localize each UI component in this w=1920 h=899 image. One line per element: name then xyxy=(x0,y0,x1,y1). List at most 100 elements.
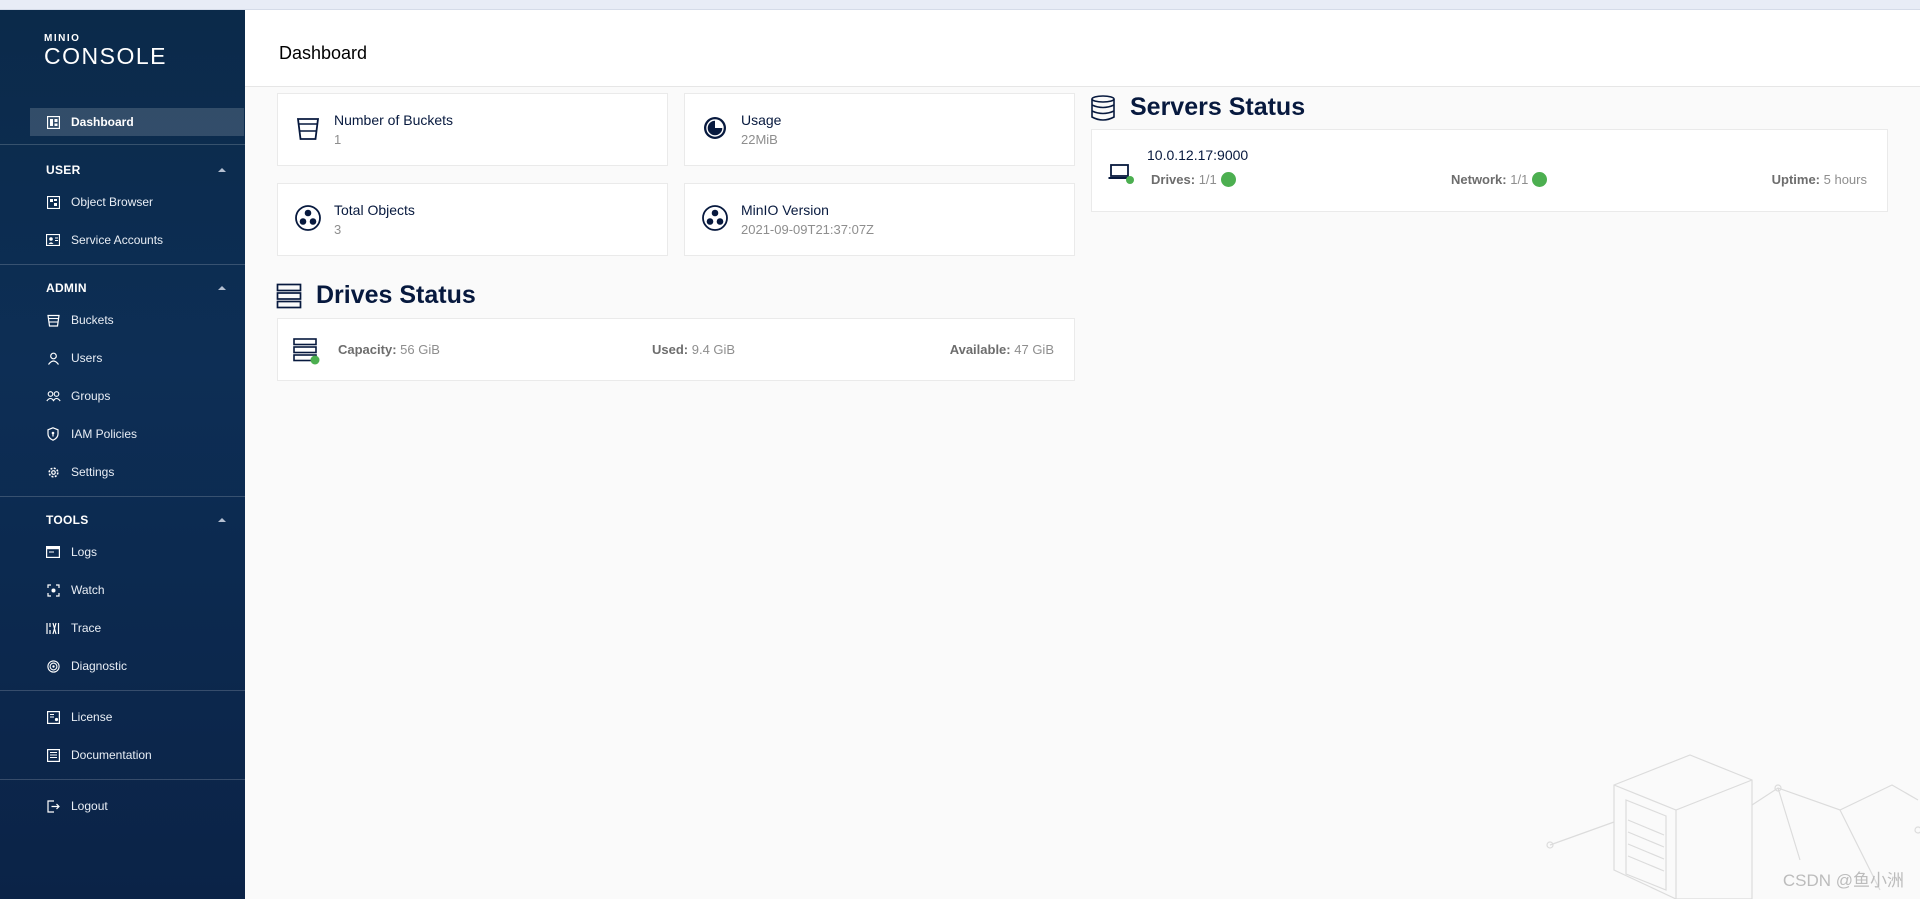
sidebar-item-label: Watch xyxy=(71,583,105,597)
stat-value: 1 xyxy=(334,132,342,147)
sidebar-item-settings[interactable]: Settings xyxy=(30,458,244,486)
logo-console-text: CONSOLE xyxy=(44,43,167,69)
kv-label: Available: xyxy=(949,342,1011,357)
stat-label: Usage xyxy=(741,112,782,128)
sidebar-item-label: Documentation xyxy=(71,748,152,762)
drive-icon xyxy=(293,338,321,366)
page-header: Dashboard xyxy=(245,10,1920,87)
collapse-caret-icon xyxy=(218,286,226,290)
section-header-tools[interactable]: TOOLS xyxy=(46,511,226,529)
watch-icon xyxy=(45,582,61,598)
kv-label: Network: xyxy=(1451,172,1507,187)
sidebar-item-documentation[interactable]: Documentation xyxy=(30,741,244,769)
logout-icon xyxy=(45,798,61,814)
stat-label: Total Objects xyxy=(334,202,415,218)
sidebar-divider xyxy=(0,144,245,145)
drive-capacity: Capacity: 56 GiB xyxy=(338,342,440,357)
kv-label: Capacity: xyxy=(338,342,397,357)
status-ok-dot xyxy=(1220,172,1236,187)
drive-used: Used: 9.4 GiB xyxy=(652,342,735,357)
sidebar-item-label: Dashboard xyxy=(71,115,134,129)
groups-icon xyxy=(45,388,61,404)
laptop-icon xyxy=(1108,162,1134,186)
sidebar-item-service-accounts[interactable]: Service Accounts xyxy=(30,226,244,254)
sidebar-item-label: Groups xyxy=(71,389,111,403)
sidebar-item-trace[interactable]: Trace xyxy=(30,614,244,642)
sidebar-item-label: Service Accounts xyxy=(71,233,164,247)
kv-value: 9.4 GiB xyxy=(691,342,736,357)
kv-value: 1/1 xyxy=(1198,172,1217,187)
license-icon xyxy=(45,709,61,725)
sidebar-item-users[interactable]: Users xyxy=(30,344,244,372)
shield-icon xyxy=(45,426,61,442)
collapse-caret-icon xyxy=(218,168,226,172)
section-header-user[interactable]: USER xyxy=(46,161,226,179)
sidebar-item-label: License xyxy=(71,710,113,724)
section-title: ADMIN xyxy=(46,281,87,295)
documentation-icon xyxy=(45,747,61,763)
trace-icon xyxy=(45,620,61,636)
dashboard-icon xyxy=(45,114,61,130)
sidebar-divider xyxy=(0,779,245,780)
section-title: USER xyxy=(46,163,81,177)
sidebar-divider xyxy=(0,496,245,497)
stat-label: Number of Buckets xyxy=(334,112,454,128)
object-browser-icon xyxy=(45,194,61,210)
collapse-caret-icon xyxy=(218,518,226,522)
stat-card-version: MinIO Version 2021-09-09T21:37:07Z xyxy=(684,183,1075,256)
stat-value: 2021-09-09T21:37:07Z xyxy=(741,222,874,237)
bucket-icon xyxy=(45,312,61,328)
sidebar-item-logs[interactable]: Logs xyxy=(30,538,244,566)
kv-value: 47 GiB xyxy=(1014,342,1054,357)
version-icon xyxy=(701,204,729,232)
kv-value: 5 hours xyxy=(1823,172,1867,187)
page-title: Dashboard xyxy=(279,43,368,63)
service-accounts-icon xyxy=(45,232,61,248)
sidebar-item-label: IAM Policies xyxy=(71,427,138,441)
stat-value: 22MiB xyxy=(741,132,778,147)
kv-value: 56 GiB xyxy=(400,342,440,357)
sidebar-item-label: Object Browser xyxy=(71,195,154,209)
sidebar: MINIO CONSOLE Dashboard USER Object Brow… xyxy=(0,10,245,899)
gear-icon xyxy=(45,464,61,480)
sidebar-item-logout[interactable]: Logout xyxy=(30,792,244,820)
sidebar-item-object-browser[interactable]: Object Browser xyxy=(30,188,244,216)
kv-label: Uptime: xyxy=(1771,172,1820,187)
drive-card: Capacity: 56 GiB Used: 9.4 GiB Available… xyxy=(277,318,1075,381)
pie-chart-icon xyxy=(701,114,729,142)
sidebar-item-diagnostic[interactable]: Diagnostic xyxy=(30,652,244,680)
sidebar-item-label: Buckets xyxy=(71,313,114,327)
sidebar-item-groups[interactable]: Groups xyxy=(30,382,244,410)
minio-console-logo[interactable]: MINIO CONSOLE xyxy=(44,33,167,68)
stat-card-buckets: Number of Buckets 1 xyxy=(277,93,668,166)
sidebar-divider xyxy=(0,690,245,691)
drives-status-title: Drives Status xyxy=(316,281,476,309)
stat-card-objects: Total Objects 3 xyxy=(277,183,668,256)
sidebar-item-label: Logs xyxy=(71,545,98,559)
status-ok-dot xyxy=(1532,172,1548,187)
objects-icon xyxy=(294,204,322,232)
sidebar-item-dashboard[interactable]: Dashboard xyxy=(30,108,244,136)
stat-label: MinIO Version xyxy=(741,202,829,218)
sidebar-item-iam-policies[interactable]: IAM Policies xyxy=(30,420,244,448)
sidebar-item-watch[interactable]: Watch xyxy=(30,576,244,604)
server-endpoint: 10.0.12.17:9000 xyxy=(1147,147,1249,163)
server-drives: Drives: 1/1 xyxy=(1151,172,1236,187)
section-header-admin[interactable]: ADMIN xyxy=(46,279,226,297)
sidebar-item-label: Users xyxy=(71,351,103,365)
bucket-icon xyxy=(294,114,322,142)
user-icon xyxy=(45,350,61,366)
drive-available: Available: 47 GiB xyxy=(950,342,1054,357)
servers-status-title: Servers Status xyxy=(1130,93,1306,121)
sidebar-item-buckets[interactable]: Buckets xyxy=(30,306,244,334)
sidebar-item-label: Settings xyxy=(71,465,115,479)
sidebar-item-label: Logout xyxy=(71,799,108,813)
diagnostic-icon xyxy=(45,658,61,674)
browser-top-strip xyxy=(0,0,1920,10)
section-title: TOOLS xyxy=(46,513,89,527)
sidebar-divider xyxy=(0,264,245,265)
sidebar-item-label: Trace xyxy=(71,621,102,635)
kv-label: Drives: xyxy=(1151,172,1196,187)
server-network: Network: 1/1 xyxy=(1451,172,1548,187)
sidebar-item-license[interactable]: License xyxy=(30,703,244,731)
